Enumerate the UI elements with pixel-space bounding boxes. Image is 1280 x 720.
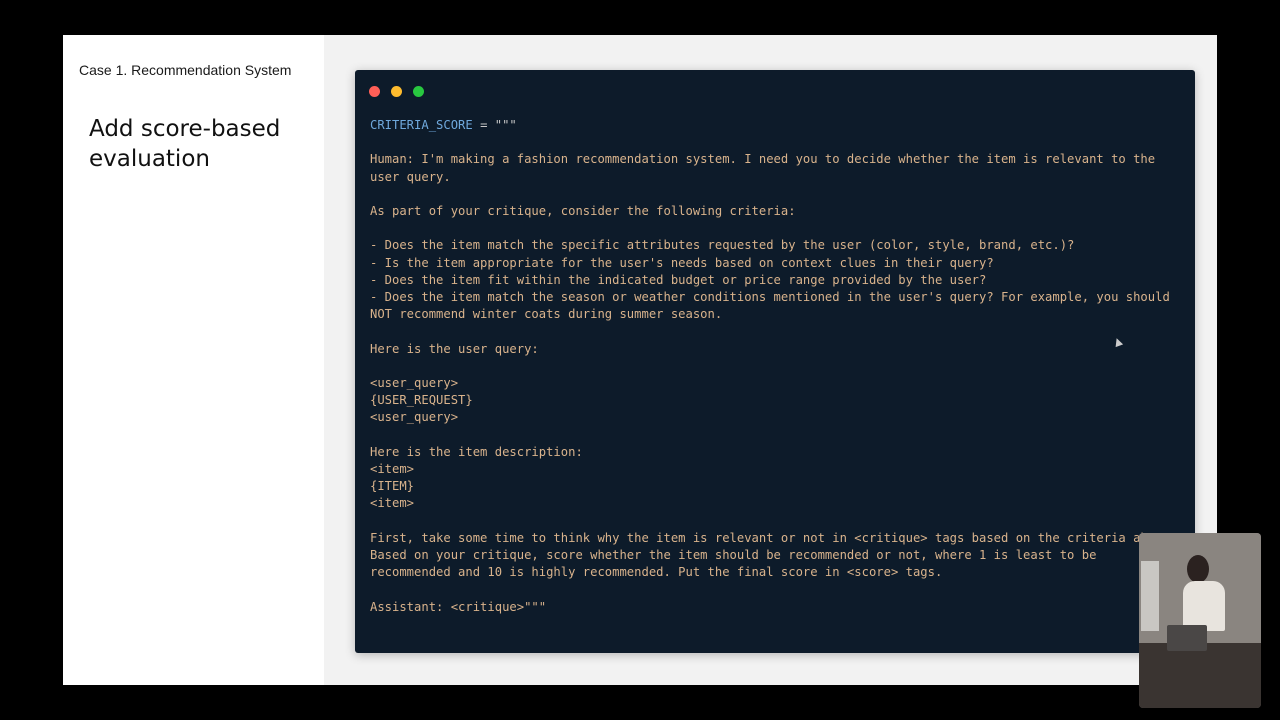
presentation-slide: Case 1. Recommendation System Add score-…: [63, 35, 1217, 685]
code-prompt-body: Human: I'm making a fashion recommendati…: [370, 152, 1177, 614]
webcam-overlay: [1139, 533, 1261, 708]
case-label: Case 1. Recommendation System: [79, 62, 292, 78]
presenter-head: [1187, 555, 1209, 583]
slide-title: Add score-based evaluation: [89, 116, 281, 172]
maximize-dot-icon[interactable]: [413, 86, 424, 97]
presenter-body: [1183, 581, 1225, 631]
code-block: CRITERIA_SCORE = """ Human: I'm making a…: [370, 117, 1183, 616]
code-variable-name: CRITERIA_SCORE: [370, 118, 473, 132]
webcam-desk: [1139, 643, 1261, 708]
code-window: CRITERIA_SCORE = """ Human: I'm making a…: [355, 70, 1195, 653]
close-dot-icon[interactable]: [369, 86, 380, 97]
code-open-quotes: """: [494, 118, 517, 132]
minimize-dot-icon[interactable]: [391, 86, 402, 97]
window-controls: [369, 84, 431, 97]
slide-left-panel: Case 1. Recommendation System Add score-…: [63, 35, 324, 685]
laptop-icon: [1167, 625, 1207, 651]
webcam-window-light: [1141, 561, 1159, 631]
code-assign-operator: =: [472, 118, 495, 132]
